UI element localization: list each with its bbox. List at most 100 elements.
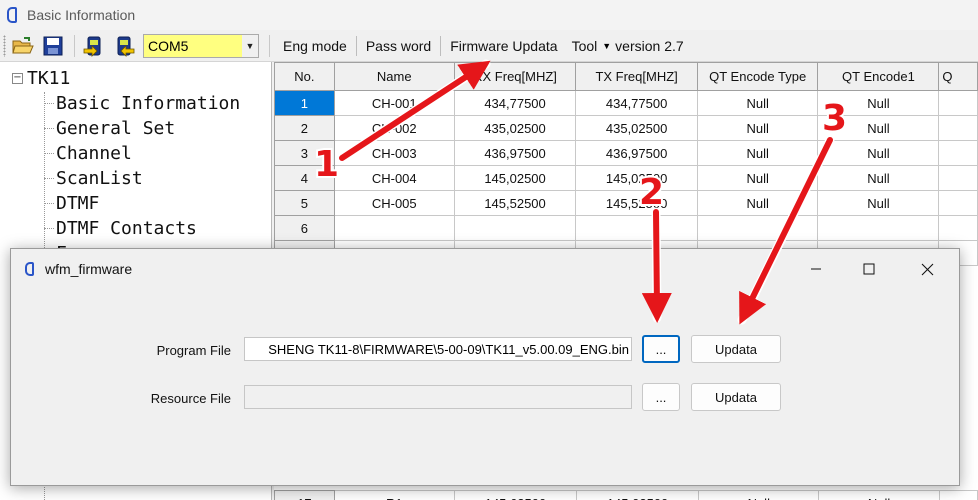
write-radio-button[interactable]: [111, 33, 137, 59]
table-cell[interactable]: Null: [698, 490, 820, 500]
menu-tool[interactable]: Tool: [565, 38, 605, 54]
close-button[interactable]: [904, 249, 950, 289]
row-number[interactable]: 6: [274, 215, 335, 241]
table-row[interactable]: 1 CH-001 434,77500 434,77500 Null Null: [274, 90, 978, 116]
menu-eng-mode[interactable]: Eng mode: [276, 38, 354, 54]
resource-file-browse-button[interactable]: ...: [642, 383, 680, 411]
table-cell[interactable]: CH-003: [333, 140, 455, 166]
table-cell[interactable]: Null: [817, 90, 940, 116]
row-number[interactable]: 2: [274, 115, 335, 141]
title-bar: Basic Information: [0, 0, 978, 30]
tree-item-label: DTMF: [56, 193, 100, 214]
table-cell[interactable]: Null: [696, 165, 819, 191]
table-cell[interactable]: 145,02500: [575, 490, 700, 500]
table-cell[interactable]: Null: [817, 140, 940, 166]
tree-item-general-set[interactable]: General Set: [44, 116, 175, 141]
table-cell[interactable]: 145,02500: [453, 165, 577, 191]
com-port-select[interactable]: COM5 ▼: [143, 33, 259, 58]
table-cell[interactable]: 145,52500: [453, 190, 577, 216]
table-cell[interactable]: [938, 165, 978, 191]
tree-item-channel[interactable]: Channel: [44, 141, 132, 166]
tree-item-dtmf[interactable]: DTMF: [44, 191, 99, 216]
program-file-path: SHENG TK11-8\FIRMWARE\5-00-09\TK11_v5.00…: [268, 341, 629, 357]
column-header[interactable]: Q: [938, 62, 978, 91]
column-header[interactable]: RX Freq[MHZ]: [453, 62, 577, 91]
table-cell[interactable]: Null: [696, 115, 819, 141]
maximize-icon: [863, 263, 875, 275]
tree-root-label: TK11: [27, 68, 71, 89]
table-row[interactable]: 2 CH-002 435,02500 435,02500 Null Null: [274, 115, 978, 141]
read-radio-button[interactable]: [81, 33, 107, 59]
table-cell[interactable]: CH-004: [333, 165, 455, 191]
program-file-browse-button[interactable]: ...: [642, 335, 680, 363]
table-row[interactable]: 3 CH-003 436,97500 436,97500 Null Null: [274, 140, 978, 166]
table-cell[interactable]: CH-005: [333, 190, 455, 216]
table-cell[interactable]: 145,52500: [575, 190, 698, 216]
column-header[interactable]: TX Freq[MHZ]: [575, 62, 698, 91]
table-cell[interactable]: Null: [818, 490, 940, 500]
table-cell[interactable]: 434,77500: [453, 90, 577, 116]
channel-table: No. Name RX Freq[MHZ] TX Freq[MHZ] QT En…: [274, 62, 978, 266]
column-header[interactable]: QT Encode Type: [696, 62, 819, 91]
table-cell[interactable]: [817, 215, 940, 241]
table-cell[interactable]: Null: [696, 140, 819, 166]
table-cell[interactable]: 145,02500: [575, 165, 698, 191]
collapse-icon[interactable]: −: [12, 73, 23, 84]
open-button[interactable]: [10, 33, 36, 59]
column-header[interactable]: QT Encode1: [817, 62, 940, 91]
maximize-button[interactable]: [846, 249, 892, 289]
program-file-update-button[interactable]: Updata: [691, 335, 781, 363]
table-cell[interactable]: Null: [817, 115, 940, 141]
table-cell[interactable]: 435,02500: [453, 115, 577, 141]
table-cell[interactable]: CH-002: [333, 115, 455, 141]
table-row[interactable]: 6: [274, 215, 978, 241]
table-row[interactable]: 17R1145,62500145,02500NullNull: [274, 490, 978, 500]
menu-firmware-updata[interactable]: Firmware Updata: [443, 38, 564, 54]
resource-file-field[interactable]: [244, 385, 632, 409]
table-cell[interactable]: 145,62500: [453, 490, 578, 500]
table-row[interactable]: 4 CH-004 145,02500 145,02500 Null Null: [274, 165, 978, 191]
table-cell[interactable]: [575, 215, 698, 241]
table-cell[interactable]: Null: [817, 190, 940, 216]
row-number[interactable]: 3: [274, 140, 335, 166]
dialog-title-bar[interactable]: wfm_firmware: [11, 249, 959, 289]
chevron-down-icon[interactable]: ▼: [602, 41, 611, 51]
toolbar: COM5 ▼ Eng mode Pass word Firmware Updat…: [0, 30, 978, 62]
table-cell[interactable]: [333, 215, 455, 241]
program-file-field[interactable]: SHENG TK11-8\FIRMWARE\5-00-09\TK11_v5.00…: [244, 337, 632, 361]
menu-pass-word[interactable]: Pass word: [359, 38, 438, 54]
toolbar-grip[interactable]: [3, 34, 6, 57]
table-cell[interactable]: 434,77500: [575, 90, 698, 116]
resource-file-update-button[interactable]: Updata: [691, 383, 781, 411]
tree-root[interactable]: − TK11: [12, 68, 70, 89]
table-cell[interactable]: Null: [696, 190, 819, 216]
table-cell[interactable]: [453, 215, 577, 241]
row-number[interactable]: 1: [274, 90, 335, 116]
table-cell[interactable]: [938, 490, 978, 500]
table-cell[interactable]: [938, 90, 978, 116]
table-cell[interactable]: [938, 140, 978, 166]
column-header[interactable]: No.: [274, 62, 335, 91]
table-cell[interactable]: [938, 115, 978, 141]
table-cell[interactable]: [938, 190, 978, 216]
column-header[interactable]: Name: [333, 62, 455, 91]
chevron-down-icon[interactable]: ▼: [242, 34, 258, 57]
row-number[interactable]: 5: [274, 190, 335, 216]
table-cell[interactable]: 436,97500: [575, 140, 698, 166]
table-cell[interactable]: CH-001: [333, 90, 455, 116]
row-number[interactable]: 17: [274, 490, 335, 500]
tree-item-basic-information[interactable]: Basic Information: [44, 91, 240, 116]
tree-item-scanlist[interactable]: ScanList: [44, 166, 143, 191]
table-cell[interactable]: Null: [696, 90, 819, 116]
row-number[interactable]: 4: [274, 165, 335, 191]
tree-item-dtmf-contacts[interactable]: DTMF Contacts: [44, 216, 197, 241]
table-cell[interactable]: 436,97500: [453, 140, 577, 166]
table-cell[interactable]: [696, 215, 819, 241]
save-button[interactable]: [40, 33, 66, 59]
table-cell[interactable]: [938, 215, 978, 241]
table-cell[interactable]: Null: [817, 165, 940, 191]
table-cell[interactable]: 435,02500: [575, 115, 698, 141]
minimize-button[interactable]: [793, 249, 839, 289]
table-row[interactable]: 5 CH-005 145,52500 145,52500 Null Null: [274, 190, 978, 216]
table-cell[interactable]: R1: [333, 490, 455, 500]
